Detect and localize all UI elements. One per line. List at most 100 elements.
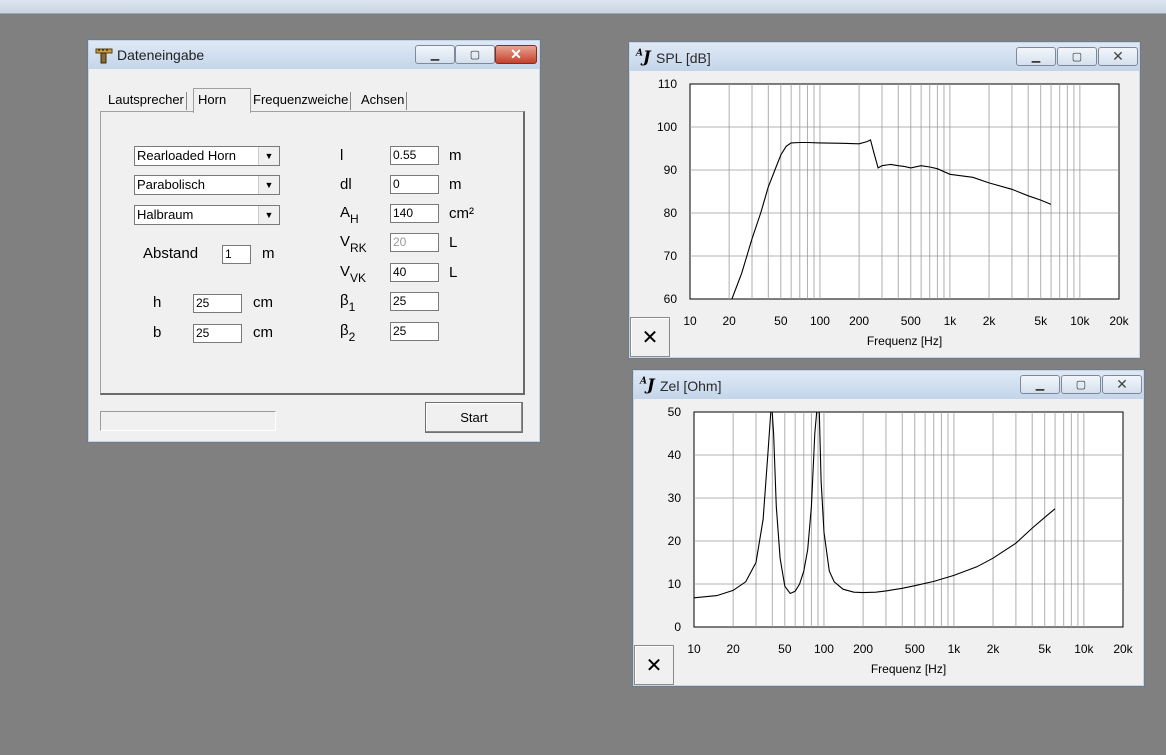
x-tick-label: 10k [1070,314,1090,328]
x-tick-label: 200 [853,642,873,656]
beta2-input[interactable]: 25 [390,322,439,341]
minimize-button[interactable]: ▁ [415,45,455,64]
x-tick-label: 100 [814,642,834,656]
close-icon: ✕ [1116,376,1128,392]
beta2-subscript: 2 [348,330,356,344]
h-unit: cm [253,294,273,311]
space-select[interactable]: Halbraum ▼ [134,205,280,225]
beta1-input[interactable]: 25 [390,292,439,311]
minimize-button[interactable]: ▁ [1016,47,1056,66]
y-tick-label: 110 [658,77,677,91]
x-tick-label: 5k [1034,314,1048,328]
ruler-tool-icon [95,48,113,64]
maximize-button[interactable]: ▢ [1057,47,1097,66]
dialog-titlebar[interactable]: Dateneingabe ▁ ▢ ✕ [89,41,539,69]
clear-button[interactable]: ✕ [634,645,674,685]
chevron-down-icon[interactable]: ▼ [258,206,279,224]
beta2-label: β2 [340,322,355,344]
x-tick-label: 50 [774,314,788,328]
x-axis-label: Frequenz [Hz] [871,662,946,676]
x-tick-label: 20k [1109,314,1129,328]
b-input[interactable]: 25 [193,324,242,343]
close-button[interactable]: ✕ [495,45,537,64]
y-tick-label: 0 [674,620,681,634]
plot-area [689,83,1120,300]
vrk-input[interactable]: 20 [390,233,439,252]
spl-chart: 60 70 80 90 100 110 10 20 50 100 200 500 1k 2k 5k 10k 20… [657,77,1130,348]
vvk-unit: L [449,264,458,281]
maximize-button[interactable]: ▢ [455,45,495,64]
close-button[interactable]: ✕ [1102,375,1142,394]
beta1-symbol: β [340,292,349,309]
start-button[interactable]: Start [425,402,523,433]
profile-select[interactable]: Parabolisch ▼ [134,175,280,195]
y-tick-label: 100 [657,120,677,134]
close-icon: ✕ [510,46,522,62]
spl-window-title: SPL [dB] [656,50,711,66]
chevron-down-icon[interactable]: ▼ [258,176,279,194]
plot-area [693,411,1124,628]
x-tick-label: 20 [726,642,740,656]
vrk-unit: L [449,234,458,251]
x-tick-label: 100 [810,314,830,328]
zel-titlebar[interactable]: AJ Zel [Ohm] ▁ ▢ ✕ [634,371,1143,399]
vvk-input[interactable]: 40 [390,263,439,282]
minimize-button[interactable]: ▁ [1020,375,1060,394]
dl-input[interactable]: 0 [390,175,439,194]
y-tick-label: 70 [664,249,678,263]
tab-frequenzweiche[interactable]: Frequenzweiche [250,92,352,110]
x-tick-label: 5k [1038,642,1052,656]
chevron-down-icon[interactable]: ▼ [258,147,279,165]
zel-window: AJ Zel [Ohm] ▁ ▢ ✕ 0 10 20 30 40 50 10 20 50 100 2… [632,369,1145,687]
dl-unit: m [449,176,462,193]
l-unit: m [449,147,462,164]
horn-type-select[interactable]: Rearloaded Horn ▼ [134,146,280,166]
tab-horn[interactable]: Horn [193,88,251,113]
aj-app-icon: AJ [640,375,655,394]
y-tick-label: 10 [668,577,682,591]
h-label: h [153,294,162,311]
spl-titlebar[interactable]: AJ SPL [dB] ▁ ▢ ✕ [630,43,1139,71]
aj-app-icon: AJ [636,47,651,66]
desktop-top-strip [0,0,1166,14]
ah-input[interactable]: 140 [390,204,439,223]
data-entry-dialog: Dateneingabe ▁ ▢ ✕ Lautsprecher Horn Fre… [87,39,541,443]
x-icon: ✕ [645,654,663,677]
x-tick-label: 10k [1074,642,1094,656]
vvk-label: VVK [340,263,366,285]
x-tick-label: 50 [778,642,792,656]
tab-achsen[interactable]: Achsen [359,92,408,110]
vrk-symbol: V [340,233,351,250]
y-tick-label: 30 [668,491,682,505]
horn-tab-panel: Rearloaded Horn ▼ Parabolisch ▼ Halbraum… [100,111,525,395]
beta1-label: β1 [340,292,355,314]
tab-lautsprecher[interactable]: Lautsprecher [106,92,187,110]
x-icon: ✕ [641,326,659,349]
x-tick-label: 1k [944,314,958,328]
zel-chart: 0 10 20 30 40 50 10 20 50 100 200 500 1k 2k 5k 10k 20k Fr… [668,405,1134,676]
minimize-icon: ▁ [1031,51,1041,63]
horn-type-value: Rearloaded Horn [137,148,237,163]
x-axis-label: Frequenz [Hz] [867,334,942,348]
clear-button[interactable]: ✕ [630,317,670,357]
maximize-icon: ▢ [1075,379,1087,391]
minimize-icon: ▁ [1035,379,1045,391]
maximize-button[interactable]: ▢ [1061,375,1101,394]
x-tick-label: 2k [983,314,997,328]
close-icon: ✕ [1112,48,1124,64]
close-button[interactable]: ✕ [1098,47,1138,66]
x-tick-label: 20k [1113,642,1133,656]
beta1-subscript: 1 [348,300,356,314]
h-input[interactable]: 25 [193,294,242,313]
abstand-label: Abstand [143,245,199,262]
ah-label: AH [340,204,359,226]
l-input[interactable]: 0.55 [390,146,439,165]
ah-unit: cm² [449,205,474,222]
x-tick-label: 2k [987,642,1001,656]
minimize-icon: ▁ [430,49,440,61]
x-tick-label: 20 [722,314,736,328]
l-label: l [340,147,344,164]
abstand-input[interactable]: 1 [222,245,251,264]
maximize-icon: ▢ [1071,51,1083,63]
x-tick-label: 10 [687,642,701,656]
